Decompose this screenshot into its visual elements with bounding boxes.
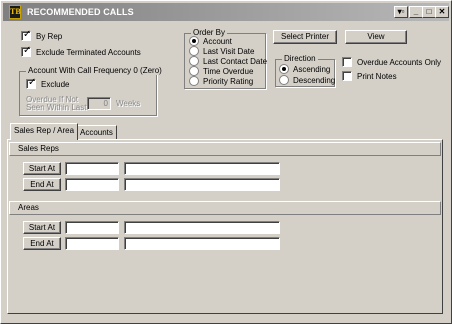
- area-end-code-input[interactable]: [65, 237, 119, 250]
- sales-reps-end-at-button[interactable]: End At: [23, 178, 61, 191]
- tab-accounts[interactable]: Accounts: [76, 125, 117, 140]
- order-option-label: Priority Rating: [203, 76, 254, 86]
- title-bar[interactable]: TB RECOMMENDED CALLS ▾▫ _ □ ✕: [3, 3, 449, 21]
- window-title: RECOMMENDED CALLS: [27, 7, 134, 17]
- tab-sales-rep-area[interactable]: Sales Rep / Area: [10, 123, 79, 140]
- descending-radio[interactable]: Descending: [279, 75, 335, 85]
- view-button[interactable]: View: [345, 30, 407, 44]
- sales-reps-header: Sales Reps: [9, 142, 441, 156]
- print-notes-label: Print Notes: [357, 71, 397, 81]
- order-last-visit-radio[interactable]: Last Visit Date: [189, 46, 254, 56]
- by-rep-label: By Rep: [36, 31, 63, 41]
- descending-label: Descending: [293, 75, 336, 85]
- minimize-button[interactable]: _: [409, 6, 423, 18]
- checkbox-box[interactable]: [26, 77, 36, 89]
- area-end-name-input[interactable]: [124, 237, 280, 250]
- ascending-label: Ascending: [293, 64, 331, 74]
- areas-end-at-button[interactable]: End At: [23, 237, 61, 250]
- weeks-input[interactable]: 0: [87, 97, 111, 110]
- app-icon: TB: [9, 5, 21, 19]
- radio-dot[interactable]: [189, 66, 199, 76]
- radio-dot[interactable]: [189, 36, 199, 46]
- order-option-label: Time Overdue: [203, 66, 254, 76]
- radio-dot[interactable]: [189, 56, 199, 66]
- direction-title: Direction: [282, 54, 318, 63]
- sales-reps-start-at-button[interactable]: Start At: [23, 162, 61, 175]
- area-start-code-input[interactable]: [65, 221, 119, 234]
- restore-button[interactable]: ▾▫: [394, 6, 408, 18]
- sales-rep-end-name-input[interactable]: [124, 178, 280, 191]
- order-priority-radio[interactable]: Priority Rating: [189, 76, 253, 86]
- maximize-button[interactable]: □: [422, 6, 436, 18]
- seen-within-label: Seen Within Last: [26, 103, 87, 112]
- order-option-label: Account: [203, 36, 232, 46]
- overdue-accounts-only-label: Overdue Accounts Only: [357, 57, 442, 67]
- close-button[interactable]: ✕: [435, 6, 449, 18]
- radio-dot[interactable]: [189, 46, 199, 56]
- exclude-terminated-checkbox[interactable]: Exclude Terminated Accounts: [21, 45, 141, 57]
- weeks-label: Weeks: [116, 99, 141, 108]
- overdue-accounts-only-checkbox[interactable]: Overdue Accounts Only: [342, 57, 441, 67]
- by-rep-checkbox[interactable]: By Rep: [21, 29, 63, 41]
- order-last-contact-radio[interactable]: Last Contact Date: [189, 56, 267, 66]
- exclude-zero-frequency-checkbox[interactable]: Exclude: [26, 77, 70, 89]
- select-printer-button[interactable]: Select Printer: [273, 30, 337, 44]
- order-option-label: Last Visit Date: [203, 46, 255, 56]
- order-account-radio[interactable]: Account: [189, 36, 232, 46]
- checkbox-box[interactable]: [342, 57, 352, 67]
- checkbox-box[interactable]: [21, 29, 31, 41]
- checkbox-box[interactable]: [342, 71, 352, 81]
- sales-rep-end-code-input[interactable]: [65, 178, 119, 191]
- order-option-label: Last Contact Date: [203, 56, 268, 66]
- radio-dot[interactable]: [189, 76, 199, 86]
- exclude-label: Exclude: [41, 79, 70, 89]
- radio-dot[interactable]: [279, 75, 289, 85]
- call-frequency-title: Account With Call Frequency 0 (Zero): [26, 66, 164, 75]
- radio-dot[interactable]: [279, 64, 289, 74]
- areas-header: Areas: [9, 201, 441, 215]
- areas-start-at-button[interactable]: Start At: [23, 221, 61, 234]
- order-time-overdue-radio[interactable]: Time Overdue: [189, 66, 253, 76]
- recommended-calls-window: TB RECOMMENDED CALLS ▾▫ _ □ ✕ By Rep Exc…: [0, 0, 452, 324]
- exclude-terminated-label: Exclude Terminated Accounts: [36, 47, 141, 57]
- sales-rep-start-name-input[interactable]: [124, 162, 280, 175]
- sales-rep-start-code-input[interactable]: [65, 162, 119, 175]
- area-start-name-input[interactable]: [124, 221, 280, 234]
- print-notes-checkbox[interactable]: Print Notes: [342, 71, 397, 81]
- ascending-radio[interactable]: Ascending: [279, 64, 330, 74]
- checkbox-box[interactable]: [21, 45, 31, 57]
